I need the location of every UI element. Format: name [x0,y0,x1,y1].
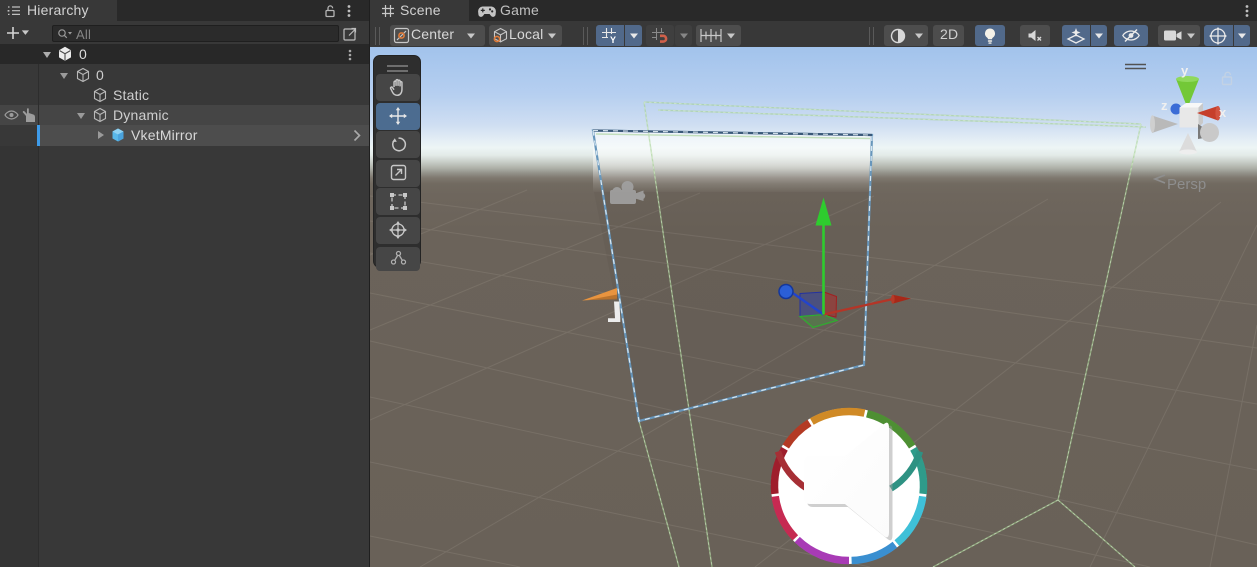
svg-text:y: y [1181,63,1189,78]
svg-text:x: x [1219,105,1227,120]
svg-text:Y: Y [610,35,616,45]
svg-text:z: z [1161,98,1168,113]
svg-text:Persp: Persp [1167,176,1206,193]
